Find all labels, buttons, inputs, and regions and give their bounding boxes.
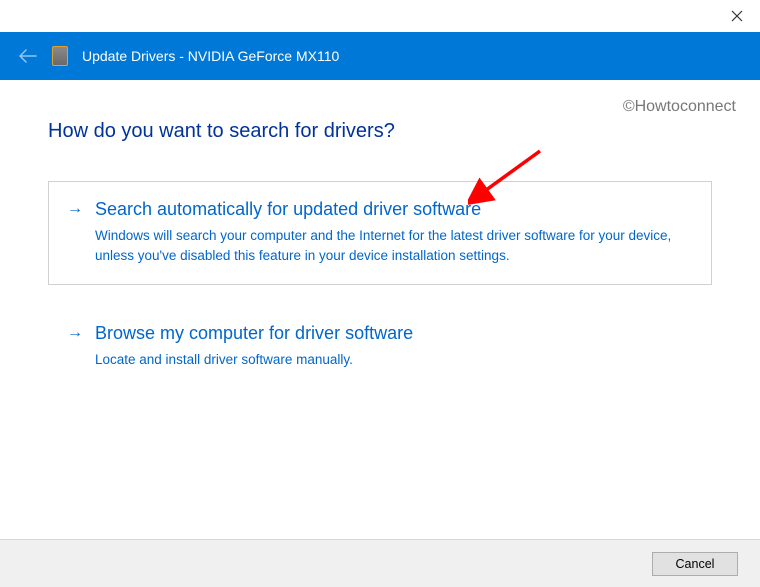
titlebar [0, 0, 760, 32]
option-description: Windows will search your computer and th… [95, 226, 693, 266]
cancel-button[interactable]: Cancel [652, 552, 738, 576]
option-description: Locate and install driver software manua… [95, 350, 693, 370]
option-browse-computer[interactable]: → Browse my computer for driver software… [48, 305, 712, 389]
option-search-automatically[interactable]: → Search automatically for updated drive… [48, 181, 712, 285]
content-area: How do you want to search for drivers? →… [0, 80, 760, 389]
arrow-right-icon: → [67, 320, 83, 370]
wizard-header: Update Drivers - NVIDIA GeForce MX110 [0, 32, 760, 80]
option-body: Browse my computer for driver software L… [95, 320, 693, 370]
option-title: Browse my computer for driver software [95, 320, 693, 346]
arrow-left-icon [19, 49, 37, 63]
watermark: ©Howtoconnect [623, 98, 736, 116]
option-body: Search automatically for updated driver … [95, 196, 693, 266]
arrow-right-icon: → [67, 196, 83, 266]
device-icon [52, 46, 68, 66]
footer: Cancel [0, 539, 760, 587]
close-icon [731, 10, 743, 22]
header-title: Update Drivers - NVIDIA GeForce MX110 [82, 48, 339, 64]
option-title: Search automatically for updated driver … [95, 196, 693, 222]
page-heading: How do you want to search for drivers? [48, 120, 712, 143]
back-button[interactable] [18, 46, 38, 66]
close-button[interactable] [714, 0, 760, 32]
